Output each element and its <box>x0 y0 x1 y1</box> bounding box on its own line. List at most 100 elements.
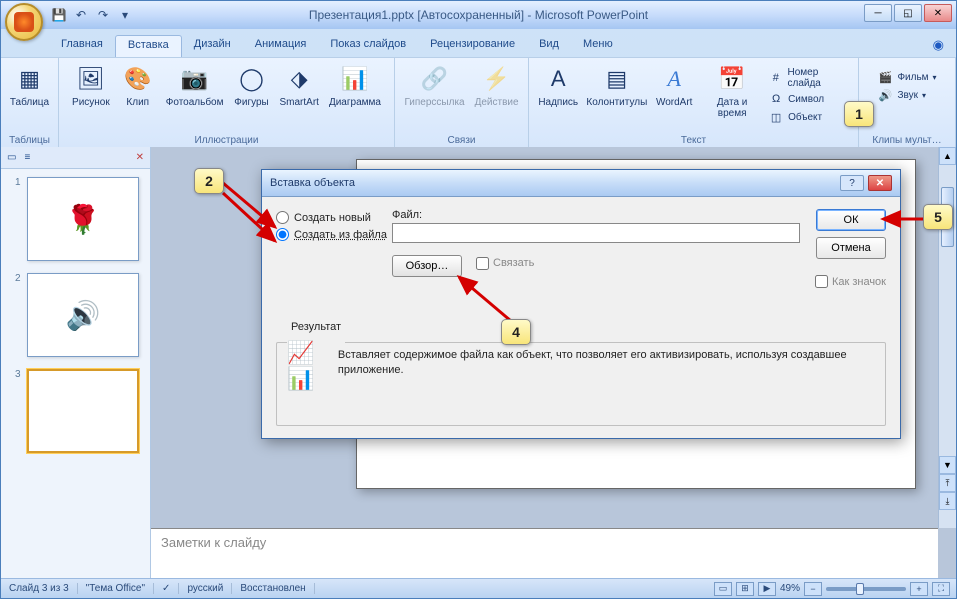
dialog-buttons: ОК Отмена <box>816 209 886 259</box>
tab-view[interactable]: Вид <box>527 35 571 57</box>
link-checkbox-input[interactable] <box>476 257 489 270</box>
textbox-icon: A <box>542 63 574 95</box>
dialog-titlebar[interactable]: Вставка объекта ? ✕ <box>262 170 900 197</box>
panel-close-icon[interactable]: ✕ <box>136 152 144 163</box>
tab-slides-icon[interactable]: ▭ <box>7 152 16 163</box>
help-icon[interactable]: ◉ <box>933 37 944 53</box>
action-icon: ⚡ <box>481 63 513 95</box>
cmd-slidenumber[interactable]: #Номер слайда <box>768 67 852 89</box>
radio-create-new[interactable]: Создать новый <box>276 211 387 224</box>
zoom-fit-icon[interactable]: ⛶ <box>932 582 950 596</box>
scroll-up-icon[interactable]: ▲ <box>939 147 956 165</box>
panel-tabs: ▭ ≡ ✕ <box>1 147 150 169</box>
link-checkbox[interactable]: Связать <box>476 257 534 270</box>
minimize-button[interactable]: ─ <box>864 4 892 22</box>
result-box: Результат 📈📊 Вставляет содержимое файла … <box>276 336 886 426</box>
ok-button[interactable]: ОК <box>816 209 886 231</box>
qat-save-icon[interactable]: 💾 <box>49 5 69 25</box>
file-path-input[interactable] <box>392 223 800 243</box>
zoom-handle[interactable] <box>856 583 864 595</box>
window-title: Презентация1.pptx [Автосохраненный] - Mi… <box>309 8 648 22</box>
tab-slideshow[interactable]: Показ слайдов <box>318 35 418 57</box>
next-slide-icon[interactable]: ⤓ <box>939 492 956 510</box>
movie-icon: 🎬 <box>877 69 893 85</box>
notes-pane[interactable]: Заметки к слайду <box>151 528 938 578</box>
dialog-close-icon[interactable]: ✕ <box>868 175 892 191</box>
radio-create-from-file[interactable]: Создать из файла <box>276 228 387 241</box>
tab-menu[interactable]: Меню <box>571 35 625 57</box>
radio-create-new-label: Создать новый <box>294 212 371 224</box>
scroll-down-icon[interactable]: ▼ <box>939 456 956 474</box>
status-slide: Слайд 3 из 3 <box>1 583 78 594</box>
view-normal-icon[interactable]: ▭ <box>714 582 732 596</box>
as-icon-checkbox-input[interactable] <box>815 275 828 288</box>
tab-review[interactable]: Рецензирование <box>418 35 527 57</box>
tab-home[interactable]: Главная <box>49 35 115 57</box>
close-button[interactable]: ✕ <box>924 4 952 22</box>
radio-create-from-file-label: Создать из файла <box>294 229 387 241</box>
zoom-value[interactable]: 49% <box>780 583 800 594</box>
ribbon-tabs: Главная Вставка Дизайн Анимация Показ сл… <box>49 35 956 57</box>
tab-outline-icon[interactable]: ≡ <box>24 152 30 163</box>
insert-object-dialog: Вставка объекта ? ✕ Создать новый Создат… <box>261 169 901 439</box>
result-legend: Результат <box>287 321 345 333</box>
view-sorter-icon[interactable]: ⊞ <box>736 582 754 596</box>
group-media-label: Клипы мульт… <box>859 135 955 146</box>
zoom-in-icon[interactable]: + <box>910 582 928 596</box>
status-theme: "Тема Office" <box>78 583 154 594</box>
thumb-3[interactable]: 3 <box>15 369 142 453</box>
picture-icon: 🖼 <box>75 63 107 95</box>
wordart-icon: A <box>658 63 690 95</box>
tab-design[interactable]: Дизайн <box>182 35 243 57</box>
zoom-out-icon[interactable]: − <box>804 582 822 596</box>
cancel-button[interactable]: Отмена <box>816 237 886 259</box>
callout-5: 5 <box>923 204 953 230</box>
as-icon-checkbox[interactable]: Как значок <box>815 275 886 288</box>
cmd-symbol[interactable]: ΩСимвол <box>768 91 852 107</box>
maximize-button[interactable]: ◱ <box>894 4 922 22</box>
link-checkbox-label: Связать <box>493 257 534 269</box>
qat-more-icon[interactable]: ▾ <box>115 5 135 25</box>
l: Рисунок <box>72 97 110 108</box>
office-button[interactable] <box>5 3 43 41</box>
zoom-slider[interactable] <box>826 587 906 591</box>
arrow-5 <box>879 211 929 231</box>
status-spellcheck-icon[interactable]: ✓ <box>154 583 179 594</box>
file-label: Файл: <box>392 209 800 221</box>
status-language[interactable]: русский <box>179 583 232 594</box>
qat-redo-icon[interactable]: ↷ <box>93 5 113 25</box>
dialog-help-icon[interactable]: ? <box>840 175 864 191</box>
group-illustrations-label: Иллюстрации <box>59 135 394 146</box>
app-window: 💾 ↶ ↷ ▾ Презентация1.pptx [Автосохраненн… <box>0 0 957 599</box>
cmd-object[interactable]: ◫Объект <box>768 109 852 125</box>
group-text: AНадпись ▤Колонтитулы AWordArt 📅Дата и в… <box>529 58 859 148</box>
cmd-movie[interactable]: 🎬Фильм ▾ <box>877 69 936 85</box>
prev-slide-icon[interactable]: ⤒ <box>939 474 956 492</box>
hyperlink-icon: 🔗 <box>419 63 451 95</box>
thumb-1[interactable]: 1 🌹 <box>15 177 142 261</box>
thumb-2[interactable]: 2 🔊 <box>15 273 142 357</box>
arrow-2b <box>219 175 289 245</box>
thumb-num: 3 <box>15 369 23 453</box>
smartart-icon: ⬗ <box>283 63 315 95</box>
group-links-label: Связи <box>395 135 528 146</box>
thumb-num: 2 <box>15 273 23 357</box>
l: Дата и время <box>702 97 762 119</box>
window-controls: ─ ◱ ✕ <box>864 4 952 22</box>
qat-undo-icon[interactable]: ↶ <box>71 5 91 25</box>
titlebar: 💾 ↶ ↷ ▾ Презентация1.pptx [Автосохраненн… <box>1 1 956 29</box>
l: Фильм <box>897 72 928 83</box>
callout-1: 1 <box>844 101 874 127</box>
tab-animation[interactable]: Анимация <box>243 35 319 57</box>
as-icon-checkbox-label: Как значок <box>832 276 886 288</box>
view-show-icon[interactable]: ▶ <box>758 582 776 596</box>
thumb-3-preview <box>27 369 139 453</box>
object-icon: ◫ <box>768 109 784 125</box>
l: WordArt <box>656 97 693 108</box>
cmd-sound[interactable]: 🔊Звук ▾ <box>877 87 936 103</box>
l: Гиперссылка <box>404 97 464 108</box>
thumb-2-preview: 🔊 <box>27 273 139 357</box>
result-text: Вставляет содержимое файла как объект, ч… <box>338 348 875 384</box>
tab-insert[interactable]: Вставка <box>115 35 182 57</box>
file-row: Файл: Обзор… Связать <box>392 209 800 277</box>
